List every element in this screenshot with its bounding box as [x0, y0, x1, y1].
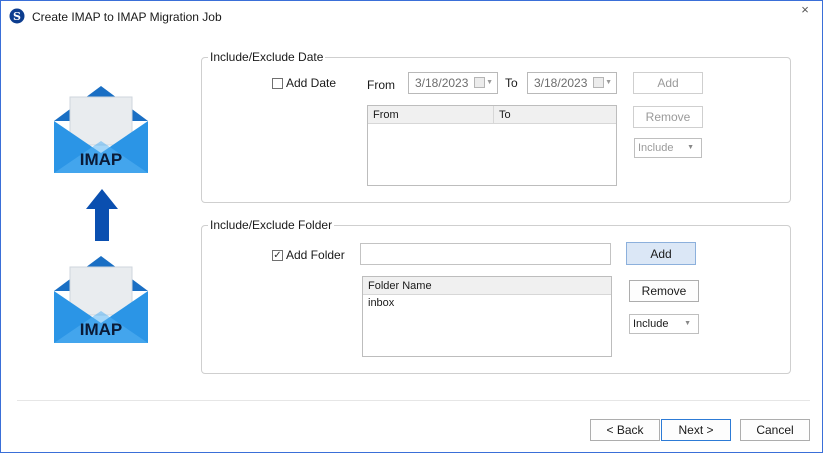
date-range-list[interactable]: From To [367, 105, 617, 186]
date-group-legend: Include/Exclude Date [208, 50, 326, 64]
source-imap-envelope-icon: IMAP [54, 256, 148, 343]
folder-filter-value: Include [633, 318, 669, 330]
add-date-check-box[interactable] [272, 77, 283, 89]
close-button[interactable]: × [795, 2, 815, 18]
folder-list-header: Folder Name [363, 277, 611, 295]
to-column-header: To [499, 109, 511, 121]
title-bar: S Create IMAP to IMAP Migration Job × [1, 1, 822, 31]
date-filter-select[interactable]: Include ▼ [634, 138, 702, 158]
window-title: Create IMAP to IMAP Migration Job [32, 10, 222, 24]
folder-name-input[interactable] [360, 243, 611, 265]
from-label: From [367, 78, 395, 92]
to-date-value: 3/18/2023 [534, 76, 588, 90]
add-folder-button[interactable]: Add [626, 242, 696, 265]
calendar-dropdown-icon[interactable]: ▼ [593, 77, 612, 88]
chevron-down-icon: ▼ [687, 144, 694, 151]
add-date-checkbox[interactable]: Add Date [272, 76, 336, 90]
remove-folder-button[interactable]: Remove [629, 280, 699, 302]
migration-job-dialog: S Create IMAP to IMAP Migration Job × IM… [0, 0, 823, 453]
add-date-label: Add Date [286, 76, 337, 90]
footer-divider [17, 400, 810, 401]
next-button[interactable]: Next > [661, 419, 731, 441]
date-list-header: From To [368, 106, 616, 124]
list-item[interactable]: inbox [363, 295, 611, 311]
folder-name-column-header: Folder Name [368, 280, 432, 292]
target-imap-envelope-icon: IMAP [54, 86, 148, 173]
app-logo-icon: S [9, 8, 25, 24]
to-label: To [505, 76, 518, 90]
from-date-picker[interactable]: 3/18/2023 ▼ [408, 72, 498, 94]
svg-text:IMAP: IMAP [80, 150, 123, 169]
folder-filter-select[interactable]: Include ▼ [629, 314, 699, 334]
date-filter-value: Include [638, 142, 674, 154]
back-button[interactable]: < Back [590, 419, 660, 441]
calendar-dropdown-icon[interactable]: ▼ [474, 77, 493, 88]
chevron-down-icon: ▼ [684, 320, 691, 327]
folder-group-legend: Include/Exclude Folder [208, 218, 335, 232]
svg-text:IMAP: IMAP [80, 320, 123, 339]
add-folder-check-box[interactable]: ✓ [272, 249, 283, 261]
migration-arrow-icon [86, 189, 118, 241]
from-column-header: From [368, 106, 494, 123]
add-folder-label: Add Folder [286, 248, 345, 262]
svg-text:S: S [13, 10, 21, 23]
to-date-picker[interactable]: 3/18/2023 ▼ [527, 72, 617, 94]
from-date-value: 3/18/2023 [415, 76, 469, 90]
cancel-button[interactable]: Cancel [740, 419, 810, 441]
add-date-button[interactable]: Add [633, 72, 703, 94]
add-folder-checkbox[interactable]: ✓ Add Folder [272, 248, 345, 262]
folder-list[interactable]: Folder Name inbox [362, 276, 612, 357]
remove-date-button[interactable]: Remove [633, 106, 703, 128]
